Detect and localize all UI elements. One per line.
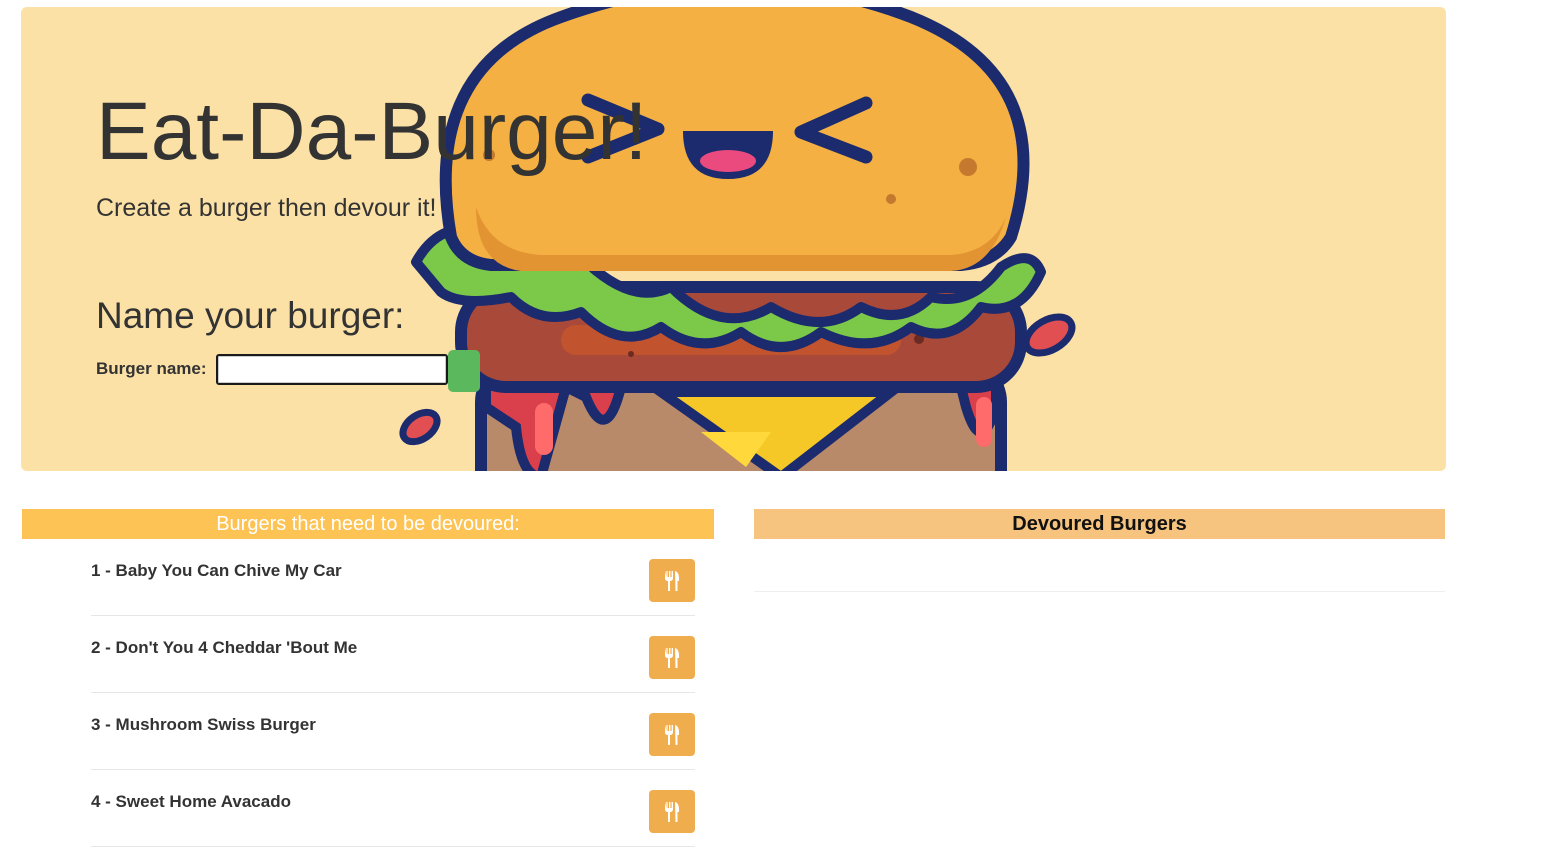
devour-button[interactable]	[649, 559, 695, 602]
jumbotron: Eat-Da-Burger! Create a burger then devo…	[21, 7, 1446, 471]
utensils-icon	[665, 570, 680, 591]
devour-button[interactable]	[649, 636, 695, 679]
page-title: Eat-Da-Burger!	[96, 86, 648, 177]
undevoured-list: 1 - Baby You Can Chive My Car 2 - Don't …	[91, 539, 695, 847]
kawaii-burger-illustration	[399, 7, 1076, 471]
utensils-icon	[665, 724, 680, 745]
burger-name-input[interactable]	[216, 354, 448, 385]
list-item: 3 - Mushroom Swiss Burger	[91, 693, 695, 770]
devour-button[interactable]	[649, 790, 695, 833]
list-item: 4 - Sweet Home Avacado	[91, 770, 695, 847]
burger-name: 1 - Baby You Can Chive My Car	[91, 561, 342, 580]
form-heading: Name your burger:	[96, 295, 405, 336]
devoured-panel: Devoured Burgers	[754, 509, 1445, 592]
burger-name: 4 - Sweet Home Avacado	[91, 792, 291, 811]
burger-name: 2 - Don't You 4 Cheddar 'Bout Me	[91, 638, 358, 657]
add-burger-button[interactable]	[448, 350, 480, 392]
list-item: 1 - Baby You Can Chive My Car	[91, 539, 695, 616]
devour-button[interactable]	[649, 713, 695, 756]
utensils-icon	[665, 647, 680, 668]
list-item: 2 - Don't You 4 Cheddar 'Bout Me	[91, 616, 695, 693]
undevoured-panel: Burgers that need to be devoured: 1 - Ba…	[22, 509, 714, 847]
burger-name: 3 - Mushroom Swiss Burger	[91, 715, 316, 734]
devoured-panel-header: Devoured Burgers	[754, 509, 1445, 539]
utensils-icon	[665, 801, 680, 822]
burger-name-label: Burger name:	[96, 359, 207, 378]
undevoured-panel-header: Burgers that need to be devoured:	[22, 509, 714, 539]
page-subtitle: Create a burger then devour it!	[96, 194, 437, 222]
devoured-list	[754, 539, 1445, 592]
